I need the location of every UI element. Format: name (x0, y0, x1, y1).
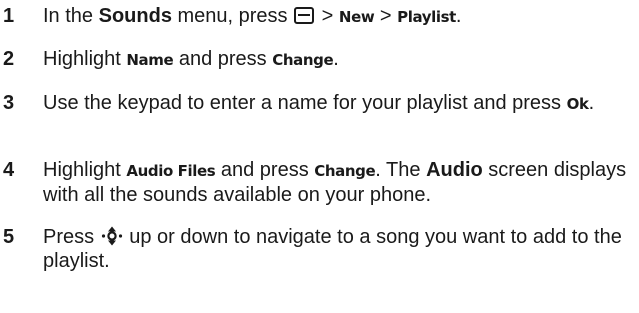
softkey-label: New (338, 8, 375, 26)
text-segment: Highlight (43, 48, 127, 70)
text-segment: menu, press (171, 5, 294, 27)
softkey-label: Change (314, 162, 376, 180)
softkey-label: Ok (566, 95, 589, 113)
text-segment: and press (215, 159, 315, 181)
step-number: 5 (3, 226, 15, 248)
step-text: In the Sounds menu, press > New > Playli… (43, 4, 635, 29)
step-text: Highlight Name and press Change. (43, 47, 635, 72)
step-number: 3 (3, 92, 15, 114)
step-text: Use the keypad to enter a name for your … (43, 91, 635, 116)
softkey-label: Name (126, 51, 174, 69)
step-number: 2 (3, 48, 15, 70)
step-text: Highlight Audio Files and press Change. … (43, 158, 635, 207)
text-segment: . (455, 5, 462, 27)
text-segment: Use the keypad to enter a name for your … (43, 92, 567, 114)
text-segment: up or down to navigate to a song you wan… (43, 226, 622, 272)
text-segment: > (374, 5, 398, 27)
text-segment: . (333, 48, 339, 70)
text-segment: . The (375, 159, 427, 181)
screen-name: Audio (426, 159, 483, 181)
text-segment: > (316, 5, 339, 27)
nav-key-icon (101, 226, 122, 246)
softkey-label: Playlist (397, 8, 456, 26)
menu-name: Sounds (98, 5, 172, 27)
text-segment: Highlight (43, 159, 127, 181)
text-segment: In the (43, 5, 99, 27)
step-text: Press up or down to navigate to a song y… (43, 225, 635, 273)
text-segment: . (588, 92, 595, 114)
step-number: 4 (3, 159, 15, 181)
menu-key-icon (294, 7, 315, 24)
softkey-label: Audio Files (126, 162, 216, 180)
softkey-label: Change (272, 51, 334, 69)
text-segment: and press (173, 48, 273, 70)
text-segment: Press (43, 226, 100, 248)
step-number: 1 (3, 5, 15, 27)
